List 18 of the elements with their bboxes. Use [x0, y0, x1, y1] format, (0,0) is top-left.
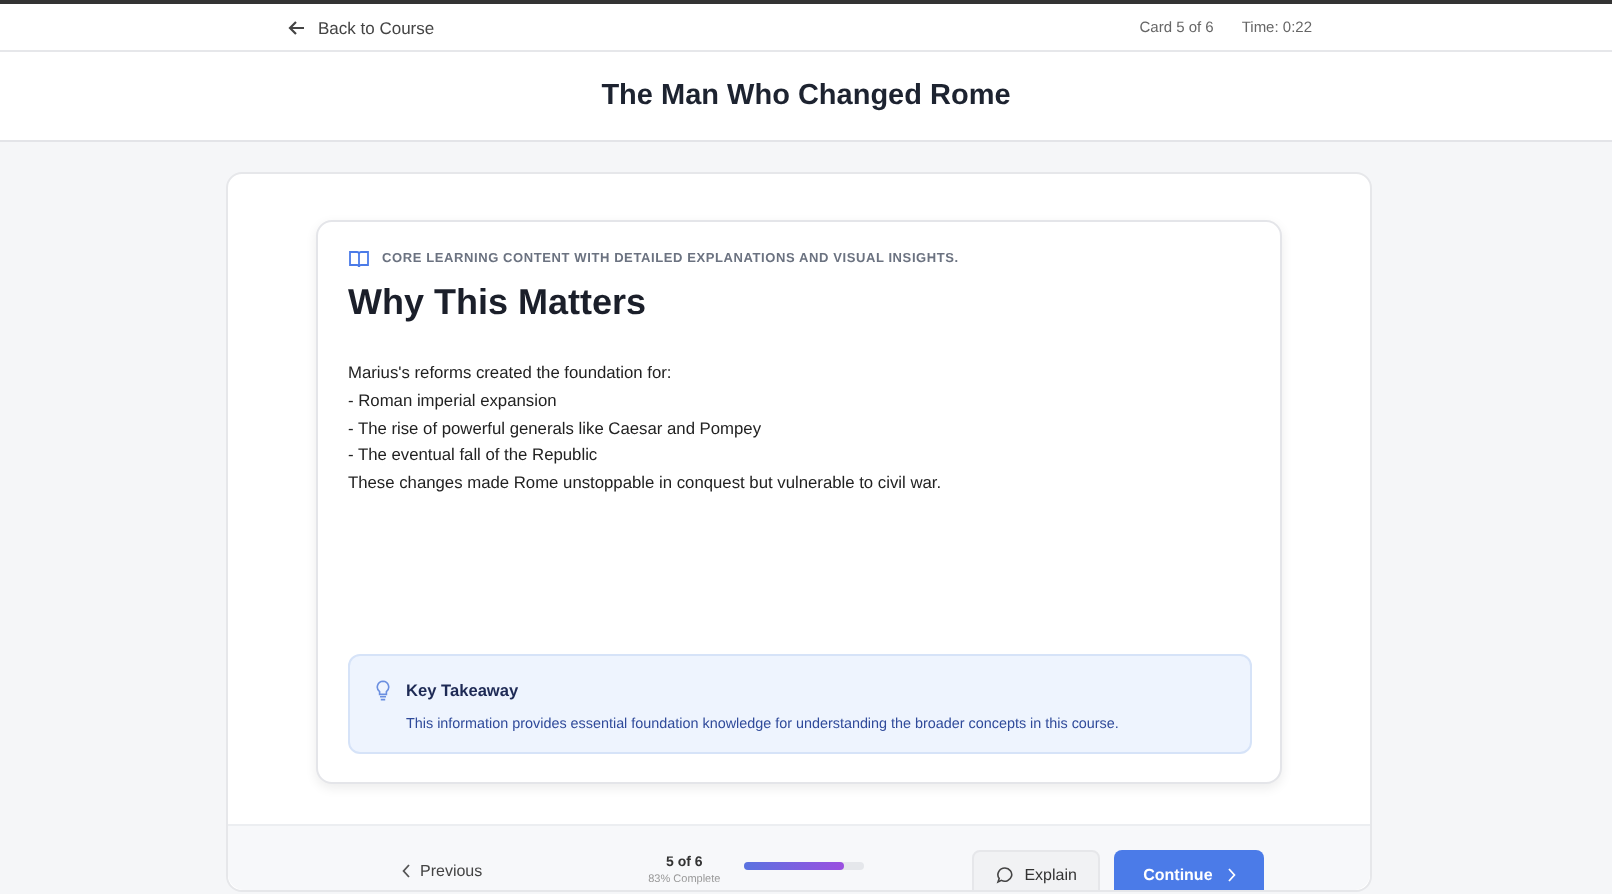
chevron-left-icon — [402, 864, 410, 878]
continue-button[interactable]: Continue — [1114, 850, 1265, 890]
body-text-line: Marius's reforms created the foundation for: — [348, 360, 674, 386]
arrow-left-icon — [288, 19, 306, 35]
chat-bubble-icon — [996, 865, 1015, 883]
page-title: The Man Who Changed Rome — [601, 80, 1011, 112]
explain-button[interactable]: Explain — [972, 850, 1101, 890]
back-to-course-link[interactable]: Back to Course — [288, 17, 435, 37]
takeaway-title: Key Takeaway — [406, 680, 521, 700]
body-text-line: - The eventual fall of the Republic — [348, 442, 600, 469]
book-icon — [348, 250, 370, 268]
body-text-line: - The rise of powerful generals like Caesar and Pompey — [348, 415, 764, 442]
body-text-line: - Roman imperial expansion — [348, 387, 559, 414]
body-text-line: These changes made Rome unstoppable in conquest but vulnerable to civil war. — [348, 470, 944, 497]
card-heading: Why This Matters — [348, 282, 649, 324]
previous-button[interactable]: Previous — [402, 858, 483, 884]
chevron-right-icon — [1228, 867, 1237, 881]
lightbulb-icon — [376, 680, 390, 702]
